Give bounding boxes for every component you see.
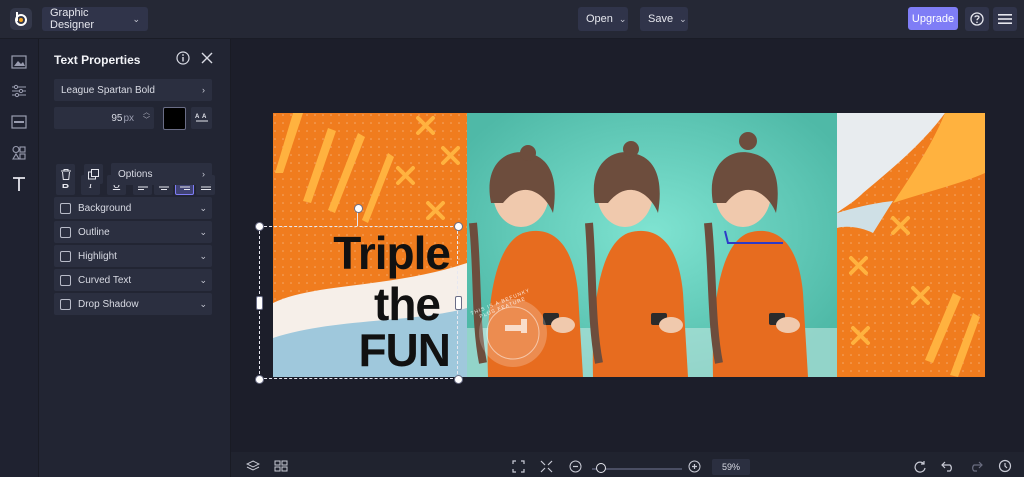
tool-rail — [0, 39, 39, 477]
layers-icon[interactable] — [245, 458, 261, 474]
text-color-swatch[interactable] — [163, 107, 186, 130]
open-label: Open — [586, 13, 613, 25]
section-label: Drop Shadow — [78, 298, 139, 310]
section-outline[interactable]: Outline ⌄ — [54, 221, 212, 243]
chevron-right-icon: › — [202, 85, 205, 95]
text-properties-panel: Text Properties League Spartan Bold › 95… — [39, 39, 231, 477]
drop-shadow-checkbox[interactable] — [60, 298, 71, 310]
grid-view-icon[interactable] — [273, 458, 289, 474]
save-label: Save — [648, 13, 674, 25]
zoom-unit: % — [732, 462, 741, 472]
history-icon[interactable] — [997, 458, 1013, 474]
chevron-down-icon: ⌄ — [199, 275, 207, 285]
app-name-label: Graphic Designer — [50, 7, 95, 31]
size-stepper-icon[interactable]: ︿ ﹀ — [143, 109, 150, 125]
section-curved-text[interactable]: Curved Text ⌄ — [54, 269, 212, 291]
options-label: Options — [118, 168, 153, 180]
help-icon[interactable] — [965, 7, 989, 31]
graphics-shapes-icon[interactable] — [10, 144, 28, 162]
rotate-handle-knob[interactable] — [354, 204, 363, 213]
section-label: Outline — [78, 226, 110, 238]
svg-text:A: A — [202, 114, 207, 120]
svg-text:A: A — [195, 114, 200, 120]
highlight-checkbox[interactable] — [60, 250, 71, 262]
bottom-toolbar — [231, 452, 1024, 477]
info-icon[interactable] — [176, 51, 190, 70]
curved-text-checkbox[interactable] — [60, 274, 71, 286]
app-logo-icon[interactable] — [10, 8, 32, 30]
chevron-right-icon: › — [202, 169, 205, 179]
outline-checkbox[interactable] — [60, 226, 71, 238]
delete-icon[interactable] — [56, 164, 75, 184]
font-size-value: 95 — [111, 112, 123, 124]
zoom-out-icon[interactable] — [567, 458, 583, 474]
chevron-down-icon: ⌄ — [199, 299, 207, 309]
save-button[interactable]: Save ⌄ — [640, 7, 688, 31]
zoom-slider-handle[interactable] — [596, 463, 606, 473]
section-highlight[interactable]: Highlight ⌄ — [54, 245, 212, 267]
font-family-select[interactable]: League Spartan Bold › — [54, 79, 212, 101]
zoom-value: 59 — [721, 462, 732, 472]
panel-title: Text Properties — [54, 53, 141, 67]
zoom-level-readout[interactable]: 59% — [712, 459, 750, 475]
chevron-down-icon: ⌄ — [679, 13, 687, 24]
font-size-input[interactable]: 95 px ︿ ﹀ — [54, 107, 154, 129]
text-tool-icon[interactable] — [10, 175, 28, 193]
fit-to-screen-icon[interactable] — [510, 458, 526, 474]
menu-icon[interactable] — [993, 7, 1017, 31]
resize-handle-top-left[interactable] — [255, 222, 264, 231]
chevron-down-icon: ⌄ — [132, 13, 140, 24]
options-button[interactable]: Options › — [111, 163, 212, 185]
resize-handle-left[interactable] — [256, 296, 263, 310]
zoom-slider[interactable] — [592, 463, 682, 473]
upgrade-button[interactable]: Upgrade — [908, 7, 958, 30]
app-switcher-button[interactable]: Graphic Designer ⌄ — [42, 7, 148, 31]
font-size-unit: px — [123, 112, 134, 124]
section-label: Background — [78, 202, 132, 214]
image-manager-icon[interactable] — [10, 53, 28, 71]
chevron-down-icon: ⌄ — [199, 251, 207, 261]
top-bar: Graphic Designer ⌄ Open ⌄ Save ⌄ Upgrade — [0, 0, 1024, 39]
layout-icon[interactable] — [10, 113, 28, 131]
open-button[interactable]: Open ⌄ — [578, 7, 628, 31]
section-label: Curved Text — [78, 274, 132, 286]
duplicate-icon[interactable] — [84, 164, 103, 184]
section-drop-shadow[interactable]: Drop Shadow ⌄ — [54, 293, 212, 315]
resize-handle-right[interactable] — [455, 296, 462, 310]
section-label: Highlight — [78, 250, 117, 262]
background-checkbox[interactable] — [60, 202, 71, 214]
text-selection-box[interactable] — [259, 226, 458, 379]
resize-handle-bottom-right[interactable] — [454, 375, 463, 384]
chevron-down-icon: ⌄ — [199, 203, 207, 213]
adjust-sliders-icon[interactable] — [10, 82, 28, 100]
text-transform-icon[interactable]: AA — [191, 107, 212, 129]
close-icon[interactable] — [200, 51, 214, 70]
section-background[interactable]: Background ⌄ — [54, 197, 212, 219]
zoom-in-icon[interactable] — [686, 458, 702, 474]
redo-icon[interactable] — [968, 458, 984, 474]
chevron-down-icon: ⌄ — [199, 227, 207, 237]
actual-size-icon[interactable] — [538, 458, 554, 474]
resize-handle-bottom-left[interactable] — [255, 375, 264, 384]
resize-handle-top-right[interactable] — [454, 222, 463, 231]
chevron-down-icon: ⌄ — [618, 13, 627, 24]
font-name: League Spartan Bold — [61, 84, 155, 96]
undo-icon[interactable] — [940, 458, 956, 474]
refresh-icon[interactable] — [912, 458, 928, 474]
